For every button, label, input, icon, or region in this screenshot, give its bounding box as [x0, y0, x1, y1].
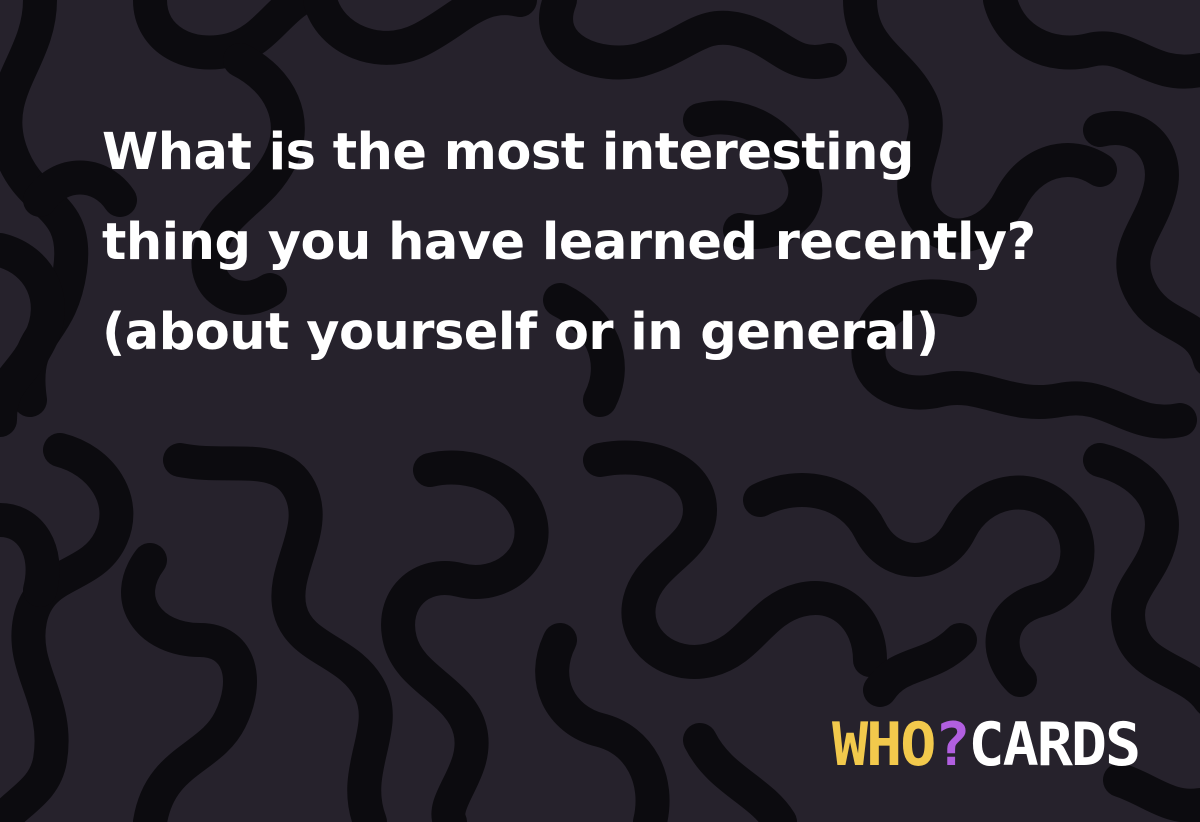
logo-who: WHO: [832, 710, 934, 775]
svg-text:WHO?CARDS: WHO?CARDS: [832, 710, 1139, 775]
whocards-logo: WHO?CARDS: [832, 710, 1141, 775]
logo-question-mark: ?: [934, 710, 968, 775]
logo-cards: CARDS: [969, 710, 1140, 775]
card-question: What is the most interesting thing you h…: [102, 123, 1036, 362]
